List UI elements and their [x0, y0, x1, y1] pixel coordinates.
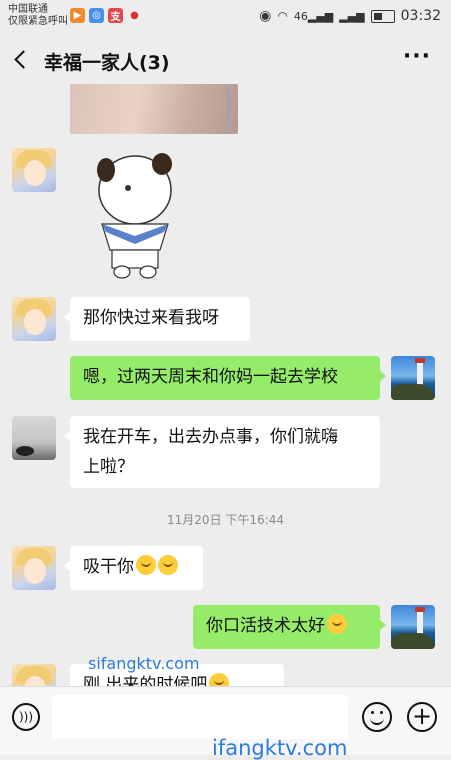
status-right: ◉ ◠ 46▂▄▆ ▂▄▆ 03:32 [259, 8, 441, 24]
plus-icon[interactable]: + [407, 702, 437, 732]
message-bubble[interactable]: 吸干你 [64, 546, 203, 590]
battery-icon [370, 9, 395, 23]
more-icon[interactable]: ··· [403, 44, 431, 69]
emergency-only: 仅限紧急呼叫 [8, 16, 68, 27]
message-text: 上啦？ [83, 457, 134, 477]
message-bubble[interactable]: 你口活技术太好 [193, 605, 386, 649]
emoji-icon[interactable] [362, 702, 392, 732]
app-notification-icon: ▶ [70, 8, 85, 23]
wifi-icon: ◠ [277, 9, 288, 23]
watermark: sifangktv.com [88, 654, 200, 673]
carrier-info: 中国联通 仅限紧急呼叫 [8, 4, 68, 28]
chat-title: 幸福一家人(3) [44, 52, 170, 74]
my-avatar[interactable] [391, 356, 435, 400]
notification-icons: ▶ ◎ 支 ● [70, 8, 142, 23]
timestamp: 11月20日 下午16:44 [167, 513, 284, 527]
avatar[interactable] [12, 148, 56, 192]
message-text: 我在开车，出去办点事，你们就嗨 [83, 427, 338, 447]
laughing-emoji-icon [327, 614, 347, 634]
status-bar: 中国联通 仅限紧急呼叫 ▶ ◎ 支 ● ◉ ◠ 46▂▄▆ ▂▄▆ 03:32 [0, 0, 451, 36]
avatar[interactable] [12, 416, 56, 460]
photo-message[interactable] [70, 84, 238, 134]
thinking-emoji-icon [158, 555, 178, 575]
avatar[interactable] [12, 546, 56, 590]
back-icon[interactable] [14, 50, 33, 69]
message-bubble[interactable]: 那你快过来看我呀 [64, 297, 250, 341]
chat-header: 幸福一家人(3) ··· [0, 36, 451, 84]
signal-icon-2: ▂▄▆ [339, 9, 365, 23]
message-text: 嗯，过两天周末和你妈一起去学校 [83, 367, 338, 387]
voice-icon[interactable]: ))) [12, 703, 40, 731]
message-bubble[interactable]: 嗯，过两天周末和你妈一起去学校 [70, 356, 386, 400]
avatar[interactable] [12, 297, 56, 341]
message-bubble[interactable]: 我在开车，出去办点事，你们就嗨 上啦？ [64, 416, 380, 488]
eye-icon: ◉ [259, 8, 272, 24]
thinking-emoji-icon [136, 555, 156, 575]
watermark: ifangktv.com [212, 736, 348, 760]
message-text: 吸干你 [83, 557, 134, 577]
message-input[interactable] [52, 695, 348, 739]
carrier-name: 中国联通 [8, 4, 48, 15]
panda-sticker[interactable] [92, 150, 178, 282]
my-avatar[interactable] [391, 605, 435, 649]
signal-icon: 46▂▄▆ [293, 9, 334, 23]
app-notification-icon: 支 [108, 8, 123, 23]
clock: 03:32 [400, 8, 441, 24]
location-icon: ● [127, 8, 142, 23]
message-text: 你口活技术太好 [206, 616, 325, 636]
message-text: 那你快过来看我呀 [83, 308, 219, 328]
app-notification-icon: ◎ [89, 8, 104, 23]
